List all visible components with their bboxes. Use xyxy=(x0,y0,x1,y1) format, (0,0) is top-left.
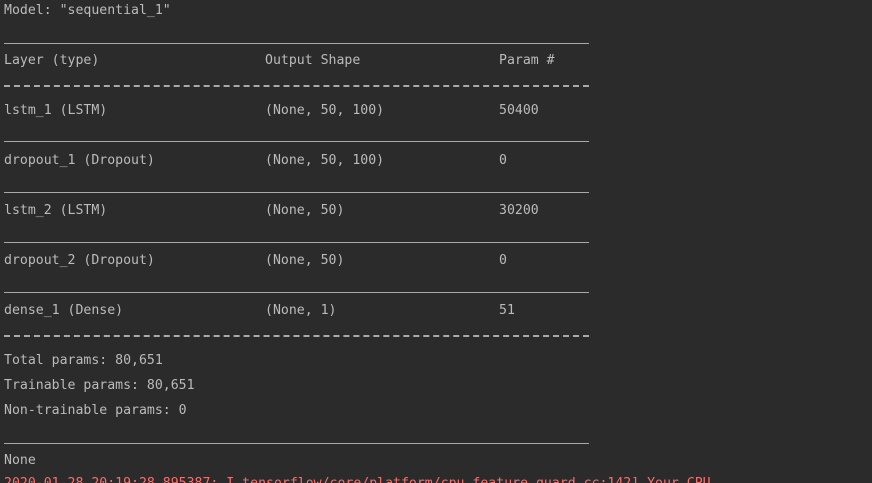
layer-name: lstm_1 (LSTM) xyxy=(4,103,108,118)
header-layer-type: Layer (type) xyxy=(4,53,100,68)
table-row: dropout_2 (Dropout) (None, 50) 0 xyxy=(4,252,604,270)
layer-param-count: 51 xyxy=(499,303,515,318)
layer-name: lstm_2 (LSTM) xyxy=(4,203,108,218)
trainable-params: Trainable params: 80,651 xyxy=(4,378,195,393)
double-separator-line xyxy=(4,335,589,337)
layer-name: dropout_1 (Dropout) xyxy=(4,153,155,168)
table-row: lstm_1 (LSTM) (None, 50, 100) 50400 xyxy=(4,102,604,120)
layer-output-shape: (None, 50) xyxy=(265,253,345,268)
separator-line xyxy=(4,141,589,142)
separator-line xyxy=(4,43,589,44)
layer-output-shape: (None, 50, 100) xyxy=(265,103,385,118)
double-separator-line xyxy=(4,85,589,87)
layer-name: dense_1 (Dense) xyxy=(4,303,124,318)
layer-param-count: 50400 xyxy=(499,103,539,118)
table-row: dense_1 (Dense) (None, 1) 51 xyxy=(4,302,604,320)
layer-output-shape: (None, 50, 100) xyxy=(265,153,385,168)
separator-line xyxy=(4,292,589,293)
total-params: Total params: 80,651 xyxy=(4,353,163,368)
table-row: dropout_1 (Dropout) (None, 50, 100) 0 xyxy=(4,152,604,170)
header-output-shape: Output Shape xyxy=(265,53,361,68)
layer-name: dropout_2 (Dropout) xyxy=(4,253,155,268)
layer-param-count: 30200 xyxy=(499,203,539,218)
layer-output-shape: (None, 1) xyxy=(265,303,337,318)
non-trainable-params: Non-trainable params: 0 xyxy=(4,403,187,418)
return-value: None xyxy=(4,453,36,468)
separator-line xyxy=(4,443,589,444)
separator-line xyxy=(4,242,589,243)
table-row: lstm_2 (LSTM) (None, 50) 30200 xyxy=(4,202,604,220)
layer-param-count: 0 xyxy=(499,253,507,268)
header-param-count: Param # xyxy=(499,53,555,68)
console-output[interactable]: Model: "sequential_1" Layer (type) Outpu… xyxy=(0,0,872,483)
stderr-log-line: 2020-01-28 20:19:28.895387: I tensorflow… xyxy=(4,475,711,483)
table-header: Layer (type) Output Shape Param # xyxy=(4,52,604,70)
model-name-line: Model: "sequential_1" xyxy=(4,3,171,18)
layer-output-shape: (None, 50) xyxy=(265,203,345,218)
layer-param-count: 0 xyxy=(499,153,507,168)
separator-line xyxy=(4,192,589,193)
